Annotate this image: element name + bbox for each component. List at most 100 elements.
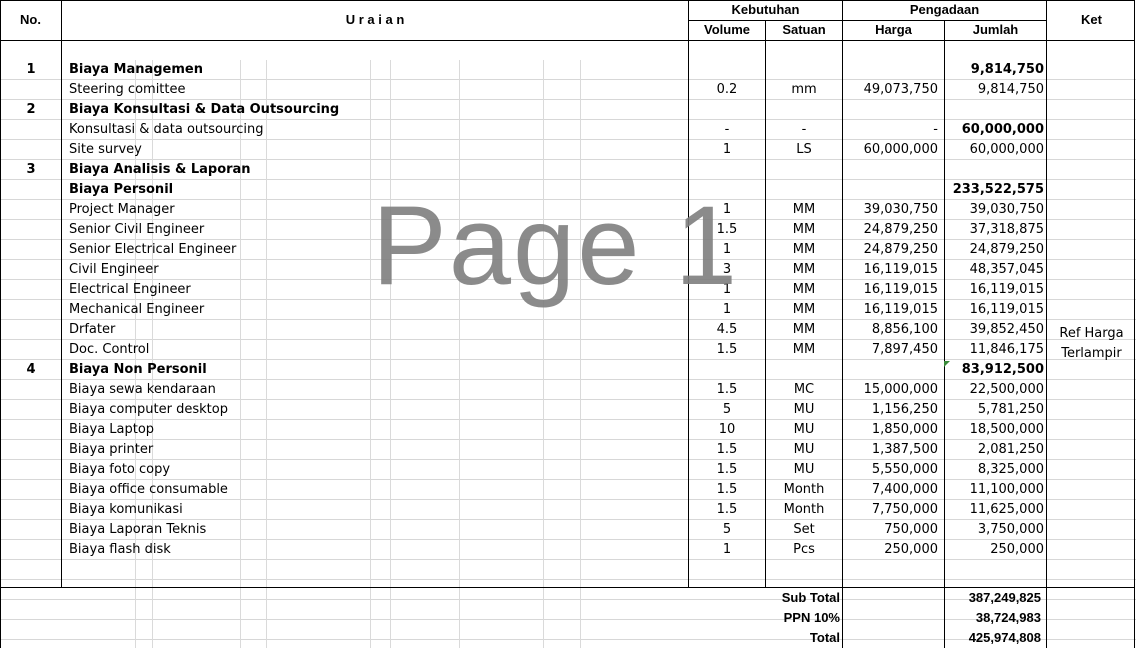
row-satuan[interactable]: MU [766,420,842,440]
row-satuan[interactable]: LS [766,140,842,160]
row-uraian[interactable]: Biaya foto copy [69,460,684,480]
ppn-value[interactable]: 38,724,983 [945,608,1041,628]
row-jumlah[interactable]: 60,000,000 [945,120,1044,140]
row-jumlah[interactable]: 18,500,000 [945,420,1044,440]
row-jumlah[interactable] [945,100,1044,120]
row-uraian[interactable]: Biaya printer [69,440,684,460]
row-harga[interactable] [843,360,938,380]
row-volume[interactable] [689,60,765,80]
row-uraian[interactable]: Doc. Control [69,340,684,360]
row-satuan[interactable]: MM [766,300,842,320]
row-uraian[interactable]: Biaya Personil [69,180,684,200]
row-volume[interactable]: 1.5 [689,460,765,480]
row-volume[interactable]: 1 [689,200,765,220]
row-no[interactable] [1,140,61,160]
row-no[interactable] [1,480,61,500]
row-volume[interactable]: - [689,120,765,140]
row-uraian[interactable]: Biaya sewa kendaraan [69,380,684,400]
row-uraian[interactable]: Biaya Konsultasi & Data Outsourcing [69,100,684,120]
row-uraian[interactable]: Biaya Laptop [69,420,684,440]
row-volume[interactable]: 1 [689,540,765,560]
row-no[interactable] [1,460,61,480]
row-satuan[interactable]: MU [766,460,842,480]
row-jumlah[interactable] [945,160,1044,180]
row-uraian[interactable]: Drfater [69,320,684,340]
row-satuan[interactable] [766,60,842,80]
row-uraian[interactable]: Electrical Engineer [69,280,684,300]
row-satuan[interactable]: MM [766,220,842,240]
row-volume[interactable]: 1 [689,300,765,320]
row-volume[interactable]: 5 [689,520,765,540]
row-harga[interactable] [843,160,938,180]
row-jumlah[interactable]: 22,500,000 [945,380,1044,400]
row-no[interactable]: 2 [1,100,61,120]
row-jumlah[interactable]: 48,357,045 [945,260,1044,280]
row-uraian[interactable]: Biaya komunikasi [69,500,684,520]
row-volume[interactable] [689,160,765,180]
row-volume[interactable]: 1.5 [689,380,765,400]
row-jumlah[interactable]: 37,318,875 [945,220,1044,240]
row-no[interactable] [1,400,61,420]
row-uraian[interactable]: Site survey [69,140,684,160]
row-jumlah[interactable]: 250,000 [945,540,1044,560]
row-no[interactable]: 4 [1,360,61,380]
row-no[interactable] [1,520,61,540]
row-harga[interactable]: 16,119,015 [843,280,938,300]
row-jumlah[interactable]: 24,879,250 [945,240,1044,260]
row-satuan[interactable]: MM [766,200,842,220]
row-jumlah[interactable]: 8,325,000 [945,460,1044,480]
row-volume[interactable]: 4.5 [689,320,765,340]
row-volume[interactable]: 1.5 [689,220,765,240]
row-jumlah[interactable]: 39,030,750 [945,200,1044,220]
row-satuan[interactable] [766,100,842,120]
row-no[interactable] [1,320,61,340]
row-jumlah[interactable]: 83,912,500 [945,360,1044,380]
row-harga[interactable]: 49,073,750 [843,80,938,100]
row-harga[interactable]: 1,156,250 [843,400,938,420]
row-volume[interactable] [689,180,765,200]
row-uraian[interactable]: Biaya computer desktop [69,400,684,420]
row-jumlah[interactable]: 60,000,000 [945,140,1044,160]
row-satuan[interactable]: MM [766,320,842,340]
row-no[interactable] [1,540,61,560]
row-jumlah[interactable]: 39,852,450 [945,320,1044,340]
row-harga[interactable]: 7,400,000 [843,480,938,500]
row-satuan[interactable]: MM [766,260,842,280]
row-volume[interactable]: 1 [689,280,765,300]
subtotal-value[interactable]: 387,249,825 [945,588,1041,608]
row-satuan[interactable]: Month [766,480,842,500]
row-volume[interactable]: 10 [689,420,765,440]
row-jumlah[interactable]: 16,119,015 [945,300,1044,320]
row-jumlah[interactable]: 9,814,750 [945,80,1044,100]
row-volume[interactable]: 1.5 [689,340,765,360]
row-no[interactable] [1,180,61,200]
row-no[interactable]: 3 [1,160,61,180]
row-harga[interactable]: 1,850,000 [843,420,938,440]
row-jumlah[interactable]: 16,119,015 [945,280,1044,300]
row-volume[interactable] [689,100,765,120]
row-satuan[interactable]: MC [766,380,842,400]
comment-marker-icon[interactable] [944,361,950,367]
row-no[interactable] [1,300,61,320]
row-no[interactable] [1,200,61,220]
row-satuan[interactable]: Pcs [766,540,842,560]
row-uraian[interactable]: Biaya office consumable [69,480,684,500]
row-harga[interactable]: 7,897,450 [843,340,938,360]
row-uraian[interactable]: Konsultasi & data outsourcing [69,120,684,140]
row-satuan[interactable]: Set [766,520,842,540]
row-harga[interactable] [843,180,938,200]
row-uraian[interactable]: Senior Civil Engineer [69,220,684,240]
row-harga[interactable] [843,100,938,120]
row-volume[interactable]: 1.5 [689,480,765,500]
row-uraian[interactable]: Project Manager [69,200,684,220]
row-volume[interactable]: 1.5 [689,440,765,460]
row-satuan[interactable]: Month [766,500,842,520]
row-harga[interactable]: 60,000,000 [843,140,938,160]
row-no[interactable] [1,120,61,140]
row-no[interactable] [1,240,61,260]
row-jumlah[interactable]: 11,100,000 [945,480,1044,500]
row-jumlah[interactable]: 9,814,750 [945,60,1044,80]
row-uraian[interactable]: Biaya Laporan Teknis [69,520,684,540]
row-satuan[interactable]: - [766,120,842,140]
row-harga[interactable]: - [843,120,938,140]
